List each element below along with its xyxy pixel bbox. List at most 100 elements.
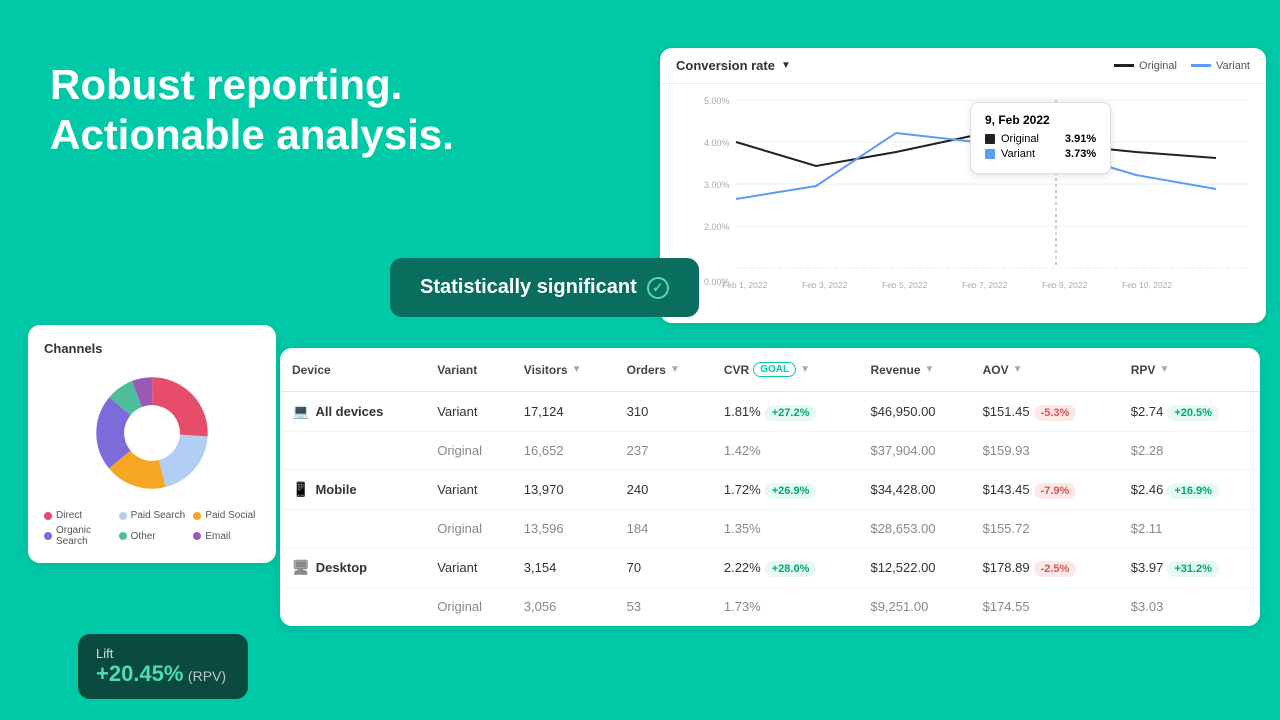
- device-name: 🖥 Desktop: [292, 559, 413, 576]
- direct-dot: [44, 512, 52, 520]
- cvr-sort-icon: ▼: [800, 364, 810, 375]
- table-row: 💻 All devices Variant17,1243101.81%+27.2…: [280, 392, 1260, 432]
- cell-orders: 240: [615, 470, 712, 510]
- cell-revenue: $34,428.00: [858, 470, 970, 510]
- svg-text:2.00%: 2.00%: [704, 222, 730, 232]
- cell-revenue: $9,251.00: [858, 588, 970, 626]
- cell-revenue: $12,522.00: [858, 548, 970, 588]
- chart-tooltip: 9, Feb 2022 Original 3.91% Variant 3.73%: [970, 102, 1111, 174]
- table-row: Original13,5961841.35%$28,653.00$155.72$…: [280, 510, 1260, 548]
- channels-legend: Direct Paid Search Paid Social Organic S…: [44, 510, 260, 547]
- tooltip-original-value: 3.91%: [1045, 133, 1096, 145]
- cell-cvr: 1.35%: [712, 510, 859, 548]
- svg-text:Feb 7, 2022: Feb 7, 2022: [962, 280, 1008, 290]
- legend-direct: Direct: [44, 510, 111, 521]
- tooltip-variant-dot: [985, 149, 995, 159]
- aov-badge: -5.3%: [1034, 405, 1077, 421]
- cell-device: 📱 Mobile: [280, 470, 425, 510]
- th-visitors[interactable]: Visitors ▼: [512, 348, 615, 392]
- cvr-badge: +28.0%: [765, 561, 817, 577]
- chart-body: 5.00% 4.00% 3.00% 2.00% 0.00% Feb: [660, 84, 1266, 309]
- cell-visitors: 13,596: [512, 510, 615, 548]
- stat-sig-label: Statistically significant: [420, 276, 637, 299]
- cell-rpv: $2.46+16.9%: [1119, 470, 1260, 510]
- tooltip-row-original: Original 3.91%: [985, 133, 1096, 145]
- table-card: Device Variant Visitors ▼ Orders ▼: [280, 348, 1260, 626]
- original-line: [1114, 64, 1134, 67]
- cell-device: 🖥 Desktop: [280, 548, 425, 588]
- lift-unit: (RPV): [188, 668, 226, 684]
- legend-paid-search: Paid Search: [119, 510, 186, 521]
- table-header-row: Device Variant Visitors ▼ Orders ▼: [280, 348, 1260, 392]
- svg-text:5.00%: 5.00%: [704, 96, 730, 106]
- cell-variant: Variant: [425, 548, 512, 588]
- chart-legend-variant: Variant: [1191, 60, 1250, 72]
- channels-card: Channels Direct Paid Search Paid Social: [28, 325, 276, 563]
- chevron-down-icon: ▼: [781, 60, 791, 71]
- th-revenue[interactable]: Revenue ▼: [858, 348, 970, 392]
- chart-title: Conversion rate: [676, 58, 775, 73]
- variant-line: [1191, 64, 1211, 67]
- visitors-sort-icon: ▼: [572, 364, 582, 375]
- cell-variant: Variant: [425, 470, 512, 510]
- th-orders[interactable]: Orders ▼: [615, 348, 712, 392]
- legend-email: Email: [193, 525, 260, 547]
- th-cvr[interactable]: CVR GOAL ▼: [712, 348, 859, 392]
- lift-label: Lift: [96, 646, 230, 661]
- svg-text:3.00%: 3.00%: [704, 180, 730, 190]
- cell-aov: $151.45-5.3%: [971, 392, 1119, 432]
- chart-title-button[interactable]: Conversion rate ▼: [676, 58, 791, 73]
- svg-text:Feb 3, 2022: Feb 3, 2022: [802, 280, 848, 290]
- cell-visitors: 17,124: [512, 392, 615, 432]
- rpv-badge: +20.5%: [1167, 405, 1219, 421]
- svg-text:Feb 9, 2022: Feb 9, 2022: [1042, 280, 1088, 290]
- cell-visitors: 16,652: [512, 432, 615, 470]
- device-icon: 🖥: [292, 559, 310, 576]
- device-icon: 💻: [292, 403, 309, 420]
- svg-text:Feb 10, 2022: Feb 10, 2022: [1122, 280, 1172, 290]
- orders-sort-icon: ▼: [670, 364, 680, 375]
- other-dot: [119, 532, 127, 540]
- table-body: 💻 All devices Variant17,1243101.81%+27.2…: [280, 392, 1260, 626]
- cell-aov: $159.93: [971, 432, 1119, 470]
- cell-aov: $155.72: [971, 510, 1119, 548]
- paid-social-dot: [193, 512, 201, 520]
- svg-text:Feb 5, 2022: Feb 5, 2022: [882, 280, 928, 290]
- rpv-sort-icon: ▼: [1159, 364, 1169, 375]
- cell-orders: 70: [615, 548, 712, 588]
- cell-rpv: $3.97+31.2%: [1119, 548, 1260, 588]
- cell-orders: 310: [615, 392, 712, 432]
- tooltip-date: 9, Feb 2022: [985, 113, 1096, 127]
- table-row: 🖥 Desktop Variant3,154702.22%+28.0%$12,5…: [280, 548, 1260, 588]
- th-rpv[interactable]: RPV ▼: [1119, 348, 1260, 392]
- chart-header: Conversion rate ▼ Original Variant: [660, 48, 1266, 84]
- revenue-sort-icon: ▼: [925, 364, 935, 375]
- cell-orders: 184: [615, 510, 712, 548]
- variant-label: Variant: [1216, 60, 1250, 72]
- stat-sig-badge: Statistically significant ✓: [390, 258, 699, 317]
- table-row: Original16,6522371.42%$37,904.00$159.93$…: [280, 432, 1260, 470]
- svg-text:Feb 1, 2022: Feb 1, 2022: [722, 280, 768, 290]
- cell-variant: Original: [425, 432, 512, 470]
- th-aov[interactable]: AOV ▼: [971, 348, 1119, 392]
- channels-title: Channels: [44, 341, 260, 356]
- cell-device: 💻 All devices: [280, 392, 425, 432]
- cell-rpv: $3.03: [1119, 588, 1260, 626]
- cell-cvr: 1.73%: [712, 588, 859, 626]
- cell-cvr: 1.81%+27.2%: [712, 392, 859, 432]
- legend-direct-label: Direct: [56, 510, 82, 521]
- device-name: 💻 All devices: [292, 403, 413, 420]
- chart-card: Conversion rate ▼ Original Variant 5.00%…: [660, 48, 1266, 323]
- th-variant: Variant: [425, 348, 512, 392]
- th-device: Device: [280, 348, 425, 392]
- chart-svg: 5.00% 4.00% 3.00% 2.00% 0.00% Feb: [668, 90, 1254, 300]
- cell-cvr: 2.22%+28.0%: [712, 548, 859, 588]
- cell-visitors: 3,056: [512, 588, 615, 626]
- chart-legend: Original Variant: [1114, 60, 1250, 72]
- cell-visitors: 13,970: [512, 470, 615, 510]
- cell-revenue: $46,950.00: [858, 392, 970, 432]
- cvr-badge: +27.2%: [765, 405, 817, 421]
- cell-revenue: $28,653.00: [858, 510, 970, 548]
- organic-search-dot: [44, 532, 52, 540]
- cell-cvr: 1.42%: [712, 432, 859, 470]
